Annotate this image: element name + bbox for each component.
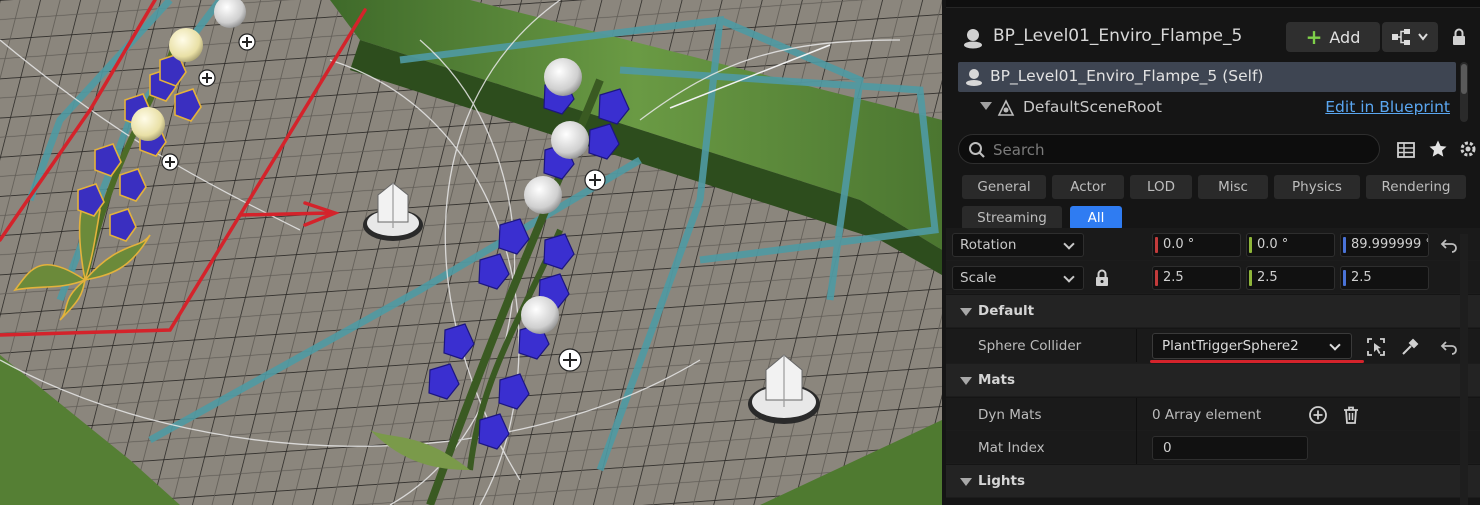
filter-physics[interactable]: Physics [1274,175,1360,199]
expand-arrow-icon[interactable] [980,102,992,110]
dyn-mats-label: Dyn Mats [978,407,1042,423]
chevron-down-icon [1418,33,1428,41]
details-search[interactable] [958,134,1380,164]
scale-dropdown[interactable]: Scale [952,266,1084,290]
actor-header: BP_Level01_Enviro_Flampe_5 + Add [946,18,1480,58]
reset-arrow-icon[interactable] [1440,338,1458,356]
trash-icon[interactable] [1341,405,1361,425]
gear-icon[interactable] [1458,139,1478,159]
blueprint-options-icon [1392,29,1410,45]
reset-arrow-icon[interactable] [1440,236,1458,254]
tree-scrollbar[interactable] [1460,62,1468,122]
rotation-dropdown[interactable]: Rotation [952,233,1084,257]
table-grid-icon[interactable] [1396,140,1416,160]
filter-rendering[interactable]: Rendering [1366,175,1466,199]
chevron-down-icon [1063,238,1075,250]
component-self-label: BP_Level01_Enviro_Flampe_5 (Self) [990,67,1264,85]
scene-root-label: DefaultSceneRoot [1023,98,1163,116]
category-lights-label: Lights [978,473,1025,489]
filter-actor[interactable]: Actor [1052,175,1124,199]
plus-icon: + [1305,25,1323,49]
add-component-button[interactable]: + Add [1286,22,1380,52]
panel-tab-strip [946,0,1480,8]
filter-general[interactable]: General [962,175,1046,199]
mat-index-label: Mat Index [978,440,1045,456]
category-lights[interactable]: Lights [946,465,1480,498]
annotation-underline [1150,360,1364,363]
component-tree-self[interactable]: BP_Level01_Enviro_Flampe_5 (Self) [958,62,1456,92]
property-list: Rotation 0.0 ° 0.0 ° 89.999999 ° Scale 2… [946,228,1480,505]
rotation-row: Rotation 0.0 ° 0.0 ° 89.999999 ° [946,228,1480,261]
pick-actor-icon[interactable] [1366,337,1386,357]
level-viewport[interactable] [0,0,942,505]
scale-row: Scale 2.5 2.5 2.5 [946,261,1480,294]
scale-z-field[interactable]: 2.5 [1340,266,1429,290]
filter-all[interactable]: All [1070,206,1122,230]
rotation-z-field[interactable]: 89.999999 ° [1340,233,1429,257]
add-button-label: Add [1329,27,1361,47]
rotation-label: Rotation [960,237,1017,253]
add-element-icon[interactable] [1308,405,1328,425]
filter-lod[interactable]: LOD [1130,175,1192,199]
category-mats-label: Mats [978,372,1016,388]
tree-scrollbar-thumb[interactable] [1461,64,1467,94]
search-icon [969,142,985,158]
actor-icon [964,29,982,49]
rotation-x-field[interactable]: 0.0 ° [1152,233,1241,257]
sphere-collider-row: Sphere Collider PlantTriggerSphere2 [946,329,1480,364]
chevron-down-icon [1063,271,1075,283]
collapse-arrow-icon [960,377,972,385]
mat-index-row: Mat Index 0 [946,431,1480,464]
scale-label: Scale [960,270,997,286]
rotation-y-field[interactable]: 0.0 ° [1246,233,1335,257]
collapse-arrow-icon [960,308,972,316]
mat-index-field[interactable]: 0 [1152,436,1308,460]
search-input[interactable] [993,139,1373,161]
sphere-collider-label: Sphere Collider [978,338,1082,354]
filter-streaming[interactable]: Streaming [962,206,1062,230]
dyn-mats-row: Dyn Mats 0 Array element [946,398,1480,431]
filter-misc[interactable]: Misc [1198,175,1268,199]
scene-root-icon [997,99,1015,116]
actor-title: BP_Level01_Enviro_Flampe_5 [993,26,1243,46]
column-divider[interactable] [1136,329,1137,362]
collapse-arrow-icon [960,478,972,486]
edit-in-blueprint-link[interactable]: Edit in Blueprint [1325,98,1450,116]
category-default-label: Default [978,303,1035,319]
eyedropper-icon[interactable] [1400,337,1420,357]
star-icon[interactable] [1428,139,1448,159]
details-panel: BP_Level01_Enviro_Flampe_5 + Add BP_Leve… [946,0,1480,505]
component-tree-root[interactable]: DefaultSceneRoot Edit in Blueprint [946,94,1456,122]
sphere-collider-value: PlantTriggerSphere2 [1162,338,1299,354]
actor-icon [966,69,982,86]
lock-icon[interactable] [1094,269,1110,287]
blueprint-options-button[interactable] [1382,22,1438,52]
lock-icon[interactable] [1450,28,1468,46]
viewport-scene[interactable] [0,0,942,505]
scale-y-field[interactable]: 2.5 [1246,266,1335,290]
category-default[interactable]: Default [946,295,1480,328]
column-divider[interactable] [1136,431,1137,464]
properties-scrollbar[interactable] [1460,234,1468,505]
sphere-collider-dropdown[interactable]: PlantTriggerSphere2 [1152,333,1352,359]
chevron-down-icon [1329,339,1341,351]
details-search-row [946,134,1480,166]
column-divider[interactable] [1136,398,1137,431]
category-mats[interactable]: Mats [946,364,1480,397]
scale-x-field[interactable]: 2.5 [1152,266,1241,290]
dyn-mats-value: 0 Array element [1152,407,1262,423]
